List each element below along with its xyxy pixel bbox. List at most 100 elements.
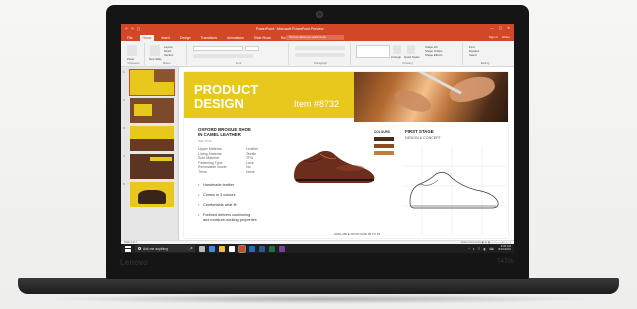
laptop-base	[18, 278, 619, 294]
stage-title: FIRST STAGE	[405, 129, 434, 134]
windows-start-icon[interactable]	[125, 245, 131, 252]
font-format-buttons[interactable]	[193, 54, 253, 58]
spec-value: Leather	[246, 147, 259, 151]
shoe-image	[294, 150, 375, 183]
item-number: Item #8732	[294, 99, 340, 109]
edge-icon[interactable]	[209, 245, 215, 252]
select-button[interactable]: Select	[469, 53, 477, 57]
product-ref: REF 8732	[198, 139, 212, 143]
colours-label: COLOURS	[374, 130, 390, 134]
start-slideshow-icon[interactable]: ▢	[137, 27, 140, 31]
outlook-icon[interactable]	[249, 245, 255, 252]
group-drawing: Arrange Quick Styles Shape Fill Shape Ou…	[353, 43, 463, 65]
shape-effects-button[interactable]: Shape Effects	[425, 53, 442, 57]
new-slide-button[interactable]	[150, 45, 160, 56]
sign-in-link[interactable]: Sign in	[489, 35, 498, 39]
list-buttons[interactable]	[295, 46, 345, 50]
keyboard-icon[interactable]: ⌨	[489, 247, 494, 251]
title-line-2: DESIGN	[194, 96, 244, 111]
share-button[interactable]: Share	[502, 35, 510, 39]
group-editing: Find Replace Select Editing	[465, 43, 505, 65]
slide-number: 4	[123, 154, 125, 158]
spec-values: Leather Textile TPU Lace No None	[246, 147, 258, 175]
product-name-line: IN CAMEL LEATHER	[198, 132, 241, 137]
redo-icon[interactable]: ↷	[131, 27, 134, 31]
ppt-titlebar: ↶ ↷ ▢ PowerPoint · Microsoft PowerPoint …	[121, 24, 514, 33]
title-line-1: PRODUCT	[194, 82, 259, 97]
microphone-icon[interactable]: 🎤	[189, 247, 193, 251]
font-name-select[interactable]	[193, 46, 243, 51]
laptop-shadow	[40, 294, 597, 304]
brand-logo: Lenovo	[120, 258, 149, 267]
cortana-search-box[interactable]: Ask me anything 🎤	[135, 245, 195, 252]
powerpoint-icon[interactable]	[238, 244, 246, 253]
spec-value: None	[246, 169, 255, 174]
slide-number: 5	[123, 182, 125, 186]
arrange-label: Arrange	[391, 55, 401, 59]
arrange-button[interactable]	[393, 45, 401, 54]
spec-keys: Upper Material Lining Material Sole Mate…	[198, 147, 227, 175]
slide-canvas[interactable]: PRODUCT DESIGN Item #8732 OXFORD BROGUE …	[184, 72, 508, 238]
ribbon: Paste Clipboard New Slide Layout Reset S…	[121, 41, 514, 67]
bullet-continuation: and moisture-wicking properties	[203, 218, 257, 222]
bullet-item: • Handmade leather	[198, 183, 235, 187]
shoe-sketch-image	[402, 146, 506, 236]
colour-swatch	[374, 137, 394, 141]
bullet-text: Footbed delivers cushioning	[203, 213, 251, 217]
onenote-icon[interactable]	[279, 245, 285, 252]
group-label: Editing	[480, 61, 490, 65]
slide-thumbnail[interactable]	[129, 69, 175, 96]
excel-icon[interactable]	[269, 245, 275, 252]
undo-icon[interactable]: ↶	[125, 27, 128, 31]
slide-thumbnail-pane: 1 2 3 4 5	[121, 67, 179, 240]
group-label: Font	[235, 61, 242, 65]
file-explorer-icon[interactable]	[219, 245, 225, 252]
quick-access-toolbar: ↶ ↷ ▢	[125, 27, 140, 31]
slide-number: 1	[123, 70, 125, 74]
quick-styles-button[interactable]	[407, 45, 415, 54]
group-label: Drawing	[402, 61, 413, 65]
system-tray: ^ ♦ ☷ ◧ ⌨	[468, 247, 494, 251]
slide-number: 2	[123, 98, 125, 102]
store-icon[interactable]	[229, 245, 235, 252]
colour-swatch	[374, 151, 394, 155]
volume-icon[interactable]: ☷	[478, 247, 481, 251]
shapes-gallery[interactable]	[356, 45, 390, 58]
bullet-text: Comes in 3 colours	[203, 193, 236, 197]
slide-thumbnail[interactable]	[130, 98, 174, 123]
group-paragraph: Paragraph	[291, 43, 351, 65]
colour-swatch	[374, 144, 394, 148]
task-view-icon[interactable]	[199, 245, 205, 252]
bullet-item: • Comfortable wide fit	[198, 203, 237, 207]
slide-thumbnail[interactable]	[130, 182, 174, 207]
tell-me-search[interactable]: Tell me what you want to do	[286, 35, 344, 40]
slide-thumbnail[interactable]	[130, 154, 174, 179]
network-icon[interactable]: ♦	[473, 247, 475, 251]
webcam-icon	[316, 11, 323, 18]
bullet-item: • Footbed delivers cushioning	[198, 213, 251, 217]
clock[interactable]: 9:06 AM 8/10/2016	[498, 244, 511, 252]
section-button[interactable]: Section	[164, 53, 173, 57]
word-icon[interactable]	[259, 245, 265, 252]
battery-icon[interactable]: ◧	[483, 247, 486, 251]
model-label: T470s	[497, 259, 514, 265]
quick-styles-label: Quick Styles	[404, 55, 420, 59]
group-slides: New Slide Layout Reset Section Slides	[147, 43, 187, 65]
bullet-text: Comfortable wide fit	[203, 203, 237, 207]
paste-button[interactable]	[127, 45, 137, 56]
minimize-icon[interactable]: —	[490, 26, 494, 30]
clock-date: 8/10/2016	[498, 247, 511, 252]
close-icon[interactable]: ✕	[507, 26, 510, 30]
cortana-search-text: Ask me anything	[143, 246, 169, 251]
slide-thumbnail[interactable]	[130, 126, 174, 151]
photo-background: Lenovo T470s ↶ ↷ ▢ PowerPoint · Microsof…	[0, 0, 637, 309]
show-hidden-icons-icon[interactable]: ^	[468, 247, 470, 251]
group-font: Font	[189, 43, 289, 65]
maximize-icon[interactable]: ▢	[499, 26, 502, 30]
window-title: PowerPoint · Microsoft PowerPoint Previe…	[256, 26, 324, 31]
font-size-select[interactable]	[245, 46, 259, 51]
align-buttons[interactable]	[295, 53, 345, 57]
cortana-icon	[138, 247, 141, 250]
group-label: Paragraph	[313, 61, 328, 65]
spec-key: Trims	[198, 169, 207, 174]
